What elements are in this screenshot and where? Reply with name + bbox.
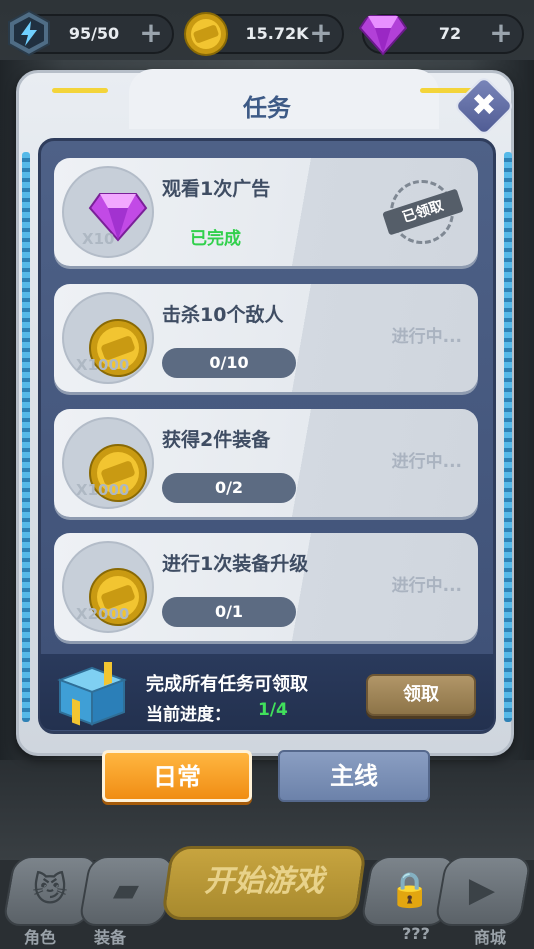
coin-icon xyxy=(184,12,228,56)
task-card: X1000 击杀10个敌人 0/10 进行中... xyxy=(54,284,478,392)
close-icon: ✖ xyxy=(471,88,497,123)
task-progress: 0/1 xyxy=(162,597,296,627)
task-card: X2000 进行1次装备升级 0/1 进行中... xyxy=(54,533,478,641)
add-coins-button[interactable]: + xyxy=(308,19,334,48)
nav-label-character: 角色 xyxy=(24,928,57,947)
energy-value: 95/50 xyxy=(68,24,120,43)
task-name: 观看1次广告 xyxy=(162,178,271,200)
gem-value: 72 xyxy=(438,24,462,43)
progress-label: 当前进度： xyxy=(146,705,231,725)
task-card: X10 观看1次广告 已完成 已领取 xyxy=(54,158,478,266)
start-game-label: 开始游戏 xyxy=(204,864,324,899)
chest-icon xyxy=(57,662,127,726)
reward-quantity: X1000 xyxy=(76,356,130,374)
add-energy-button[interactable]: + xyxy=(138,19,164,48)
task-progress: 0/10 xyxy=(162,348,296,378)
play-icon: ▶ xyxy=(468,870,496,910)
reward-quantity: X2000 xyxy=(76,605,130,623)
progress-value: 1/4 xyxy=(258,700,288,720)
claimed-stamp: 已领取 xyxy=(382,180,464,244)
nav-label-equipment: 装备 xyxy=(94,928,127,947)
task-name: 击杀10个敌人 xyxy=(162,304,284,326)
task-state: 进行中... xyxy=(391,576,462,596)
task-card: X1000 获得2件装备 0/2 进行中... xyxy=(54,409,478,517)
task-state: 进行中... xyxy=(391,327,462,347)
reward-description: 完成所有任务可领取 xyxy=(146,674,308,695)
lightning-icon xyxy=(8,9,50,57)
tab-main[interactable]: 主线 xyxy=(278,750,430,802)
left-light-stripe xyxy=(22,152,30,722)
right-light-stripe xyxy=(504,152,512,722)
nav-label-shop: 商城 xyxy=(474,928,507,947)
task-progress: 0/2 xyxy=(162,473,296,503)
all-tasks-reward-bar: 完成所有任务可领取 当前进度： 1/4 领取 xyxy=(40,654,494,730)
task-name: 获得2件装备 xyxy=(162,429,271,451)
gun-icon: ▰ xyxy=(112,870,140,910)
reward-quantity: X10 xyxy=(82,230,115,248)
cat-face-icon: 😼 xyxy=(32,870,68,910)
task-state: 进行中... xyxy=(391,452,462,472)
task-status-completed: 已完成 xyxy=(190,229,241,249)
reward-quantity: X1000 xyxy=(76,481,130,499)
gem-icon xyxy=(358,15,408,56)
lock-icon: 🔒 xyxy=(388,870,432,910)
add-gems-button[interactable]: + xyxy=(488,19,514,48)
dialog-title: 任务 xyxy=(243,94,291,122)
task-name: 进行1次装备升级 xyxy=(162,553,309,575)
claim-button[interactable]: 领取 xyxy=(366,674,476,716)
tab-daily[interactable]: 日常 xyxy=(102,750,252,802)
nav-label-locked: ??? xyxy=(402,924,430,943)
